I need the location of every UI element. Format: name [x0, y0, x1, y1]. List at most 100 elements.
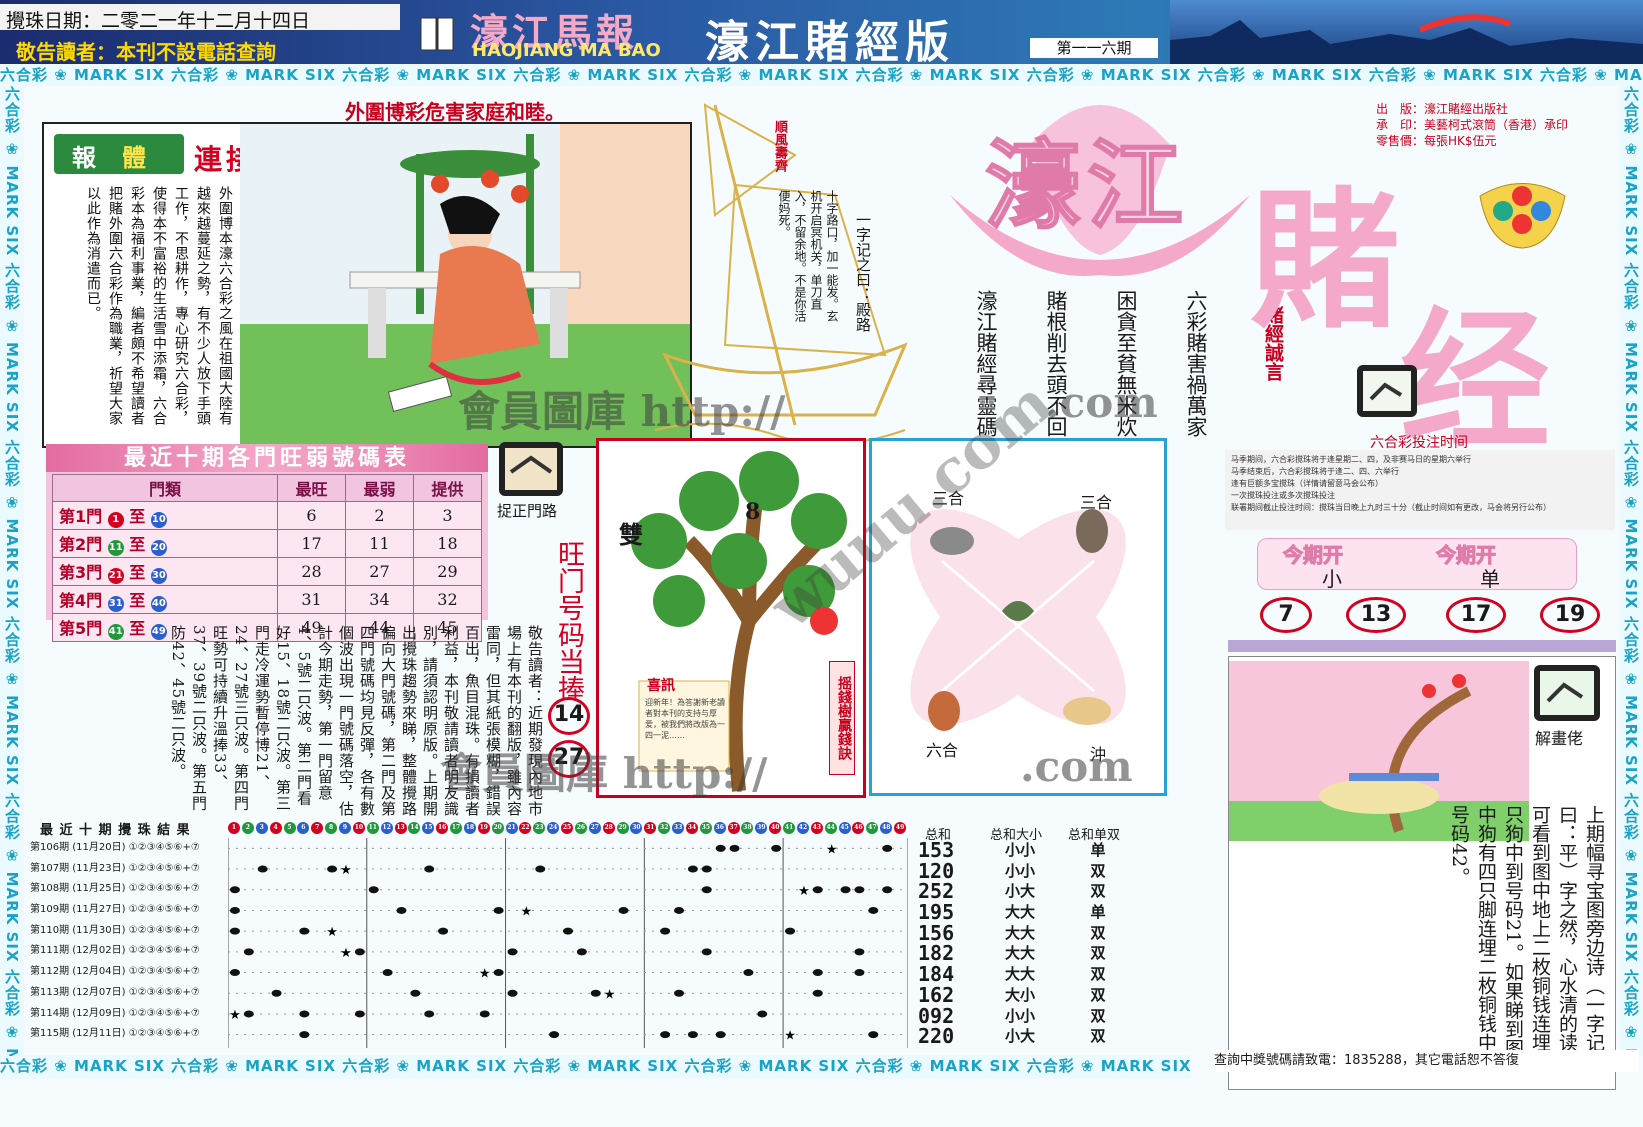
- header-ball-38: 38: [741, 822, 754, 834]
- result-row-label: 第106期 (11月20日) ①②③④⑤⑥+⑦: [30, 842, 200, 853]
- header-ball-3: 3: [255, 822, 268, 834]
- watermark-1: 會員圖庫 http://: [458, 387, 786, 436]
- top-strip: 六合彩 ❀ MARK SIX 六合彩 ❀ MARK SIX 六合彩 ❀ MARK…: [0, 64, 1643, 86]
- bet-rule: 联署期间截止投注时间：搅珠当日晚上九时三十分（截止时间如有更改，马会将另行公布）: [1231, 503, 1551, 512]
- bottom-strip: 六合彩 ❀ MARK SIX 六合彩 ❀ MARK SIX 六合彩 ❀ MARK…: [0, 1055, 1190, 1079]
- book-icon: [420, 14, 454, 54]
- drawn-number-dot: [757, 1010, 768, 1018]
- explain-box: 解畫佬 上期幅寻宝图旁边诗（一字记之曰：平）字之然，心水清的读者可看到图中地上二…: [1228, 656, 1616, 1090]
- door-cell: 第4門 31 至 40: [52, 585, 278, 614]
- watermark-4: 會員圖庫 http://: [440, 749, 768, 798]
- stat-table-title: 最近十期各門旺弱號碼表: [46, 444, 488, 472]
- stat-give-cell: 29: [412, 557, 483, 586]
- tag-char-1: 報: [72, 143, 96, 172]
- header-ball-32: 32: [658, 822, 671, 834]
- sail-flag-text: 順風壽齊: [772, 120, 787, 172]
- header-ball-42: 42: [796, 822, 809, 834]
- tree-tag-2: 8: [745, 499, 761, 525]
- size-column: 小小 小小 小大 大大 大大 大大 大大 大小 小小 小大: [990, 840, 1050, 1047]
- drawn-number-dot: [701, 948, 712, 956]
- pick-number: 13: [1346, 597, 1406, 633]
- drawn-number-dot: [701, 886, 712, 894]
- poem-line-1: 六彩賭害禍萬家: [1184, 290, 1208, 437]
- stat-min-cell: 11: [344, 529, 414, 558]
- drawn-number-dot: [493, 969, 504, 977]
- stat-row: 第2門 11 至 20 17 11 18: [52, 529, 483, 558]
- header-ball-40: 40: [769, 822, 782, 834]
- drawn-number-dot: [701, 865, 712, 873]
- header-ball-16: 16: [436, 822, 449, 834]
- sum-value: 092: [918, 1003, 955, 1028]
- sum-value: 184: [918, 962, 955, 987]
- bet-rule: 马季期间，六合彩搅珠将于逢星期二、四，及非赛马日的星期六举行: [1231, 455, 1471, 464]
- size-value: 大大: [1004, 923, 1035, 942]
- oe-value: 单: [1090, 903, 1106, 922]
- header-ball-22: 22: [519, 822, 532, 834]
- drawn-number-dot: [410, 989, 421, 997]
- header-ball-37: 37: [727, 822, 740, 834]
- door-from-ball: 1: [107, 512, 124, 528]
- header-ball-25: 25: [561, 822, 574, 834]
- header-ball-14: 14: [408, 822, 421, 834]
- size-value: 小小: [1004, 861, 1035, 880]
- drawn-number-dot: [729, 844, 740, 852]
- catch-door-icon: [499, 442, 563, 496]
- header-ball-21: 21: [505, 822, 518, 834]
- header-ball-1: 1: [228, 822, 240, 834]
- left-strip: 六合彩 ❀ MARK SIX 六合彩 ❀ MARK SIX 六合彩 ❀ MARK…: [0, 86, 24, 1056]
- drawn-number-dot: [674, 989, 685, 997]
- stat-max-cell: 6: [277, 501, 346, 530]
- oe-value: 双: [1090, 944, 1106, 963]
- drawn-number-dot: [535, 865, 546, 873]
- oe-value: 双: [1090, 1027, 1106, 1046]
- drawn-number-dot: [687, 865, 698, 873]
- drawn-number-dot: [299, 1010, 310, 1018]
- catch-door-label: 捉正門路: [497, 502, 558, 520]
- result-row-label: 第114期 (12月09日) ①②③④⑤⑥+⑦: [30, 1007, 200, 1019]
- explain-body: 上期幅寻宝图旁边诗（一字记之曰：平）字之然，心水清的读者可看到图中地上二枚铜钱连…: [1448, 805, 1605, 1071]
- watermark-5: .com: [1020, 742, 1133, 791]
- tree-news-title: 喜訊: [647, 678, 675, 694]
- result-row-label: 第113期 (12月07日) ①②③④⑤⑥+⑦: [30, 986, 200, 998]
- size-value: 小小: [1004, 841, 1035, 859]
- publisher-info: 出 版：濠江賭經出版社 承 印：美藝柯式滾筒（香港）承印 零售價：每張HK$伍元: [1376, 101, 1568, 149]
- draw-date: 攪珠日期：二零二一年十二月十四日: [6, 10, 311, 32]
- special-number-star: ★: [826, 842, 838, 857]
- door-label: 第4門: [59, 591, 108, 610]
- col-min: 最弱: [344, 474, 414, 502]
- stat-row: 第4門 31 至 40 31 34 32: [52, 585, 483, 614]
- results-title: 最 近 十 期 攪 珠 結 果: [40, 823, 191, 838]
- tree-tag-1: 雙: [619, 520, 643, 549]
- size-value: 小大: [1004, 1027, 1035, 1046]
- header-ball-46: 46: [852, 822, 865, 834]
- sum-value: 156: [918, 920, 955, 945]
- header-ball-26: 26: [574, 822, 587, 834]
- drawn-number-dot: [271, 989, 282, 997]
- edition-title: 濠江賭經版: [705, 17, 955, 68]
- sum-value: 120: [918, 858, 955, 883]
- drawn-number-dot: [674, 906, 685, 914]
- result-row-label: 第112期 (12月04日) ①②③④⑤⑥+⑦: [30, 966, 200, 978]
- drawn-number-dot: [660, 927, 671, 935]
- header-ball-23: 23: [533, 822, 546, 834]
- explain-icon: [1534, 665, 1600, 721]
- result-row-label: 第110期 (11月30日) ①②③④⑤⑥+⑦: [30, 924, 200, 936]
- header-ball-39: 39: [755, 822, 768, 834]
- drawn-number-dot: [229, 927, 240, 935]
- size-value: 小小: [1004, 1006, 1035, 1025]
- door-to-label: 至: [123, 507, 151, 526]
- door-to-ball: 40: [150, 596, 167, 612]
- tree-side-text: 摇錢樹贏錢訣: [829, 661, 855, 775]
- drawn-number-dot: [299, 927, 310, 935]
- sum-column: 153 120 252 195 156 182 184 162 092 220: [918, 840, 980, 1047]
- drawn-number-dot: [327, 865, 338, 873]
- header-ball-30: 30: [630, 822, 643, 834]
- brand-subtitle: HAOJIANG MA BAO: [472, 40, 661, 61]
- drawn-number-dot: [687, 1031, 698, 1039]
- zodiac-label-tr: 三合: [1080, 493, 1113, 512]
- drawn-number-dot: [854, 948, 865, 956]
- drawn-number-dot: [424, 1010, 435, 1018]
- header-ball-49: 49: [894, 822, 907, 834]
- tree-news-note: 迎新年！為答謝新老讀者對本刊的支持与厚爱，被我們將改版為一四一泥……: [645, 698, 725, 740]
- drawn-number-dot: [507, 989, 518, 997]
